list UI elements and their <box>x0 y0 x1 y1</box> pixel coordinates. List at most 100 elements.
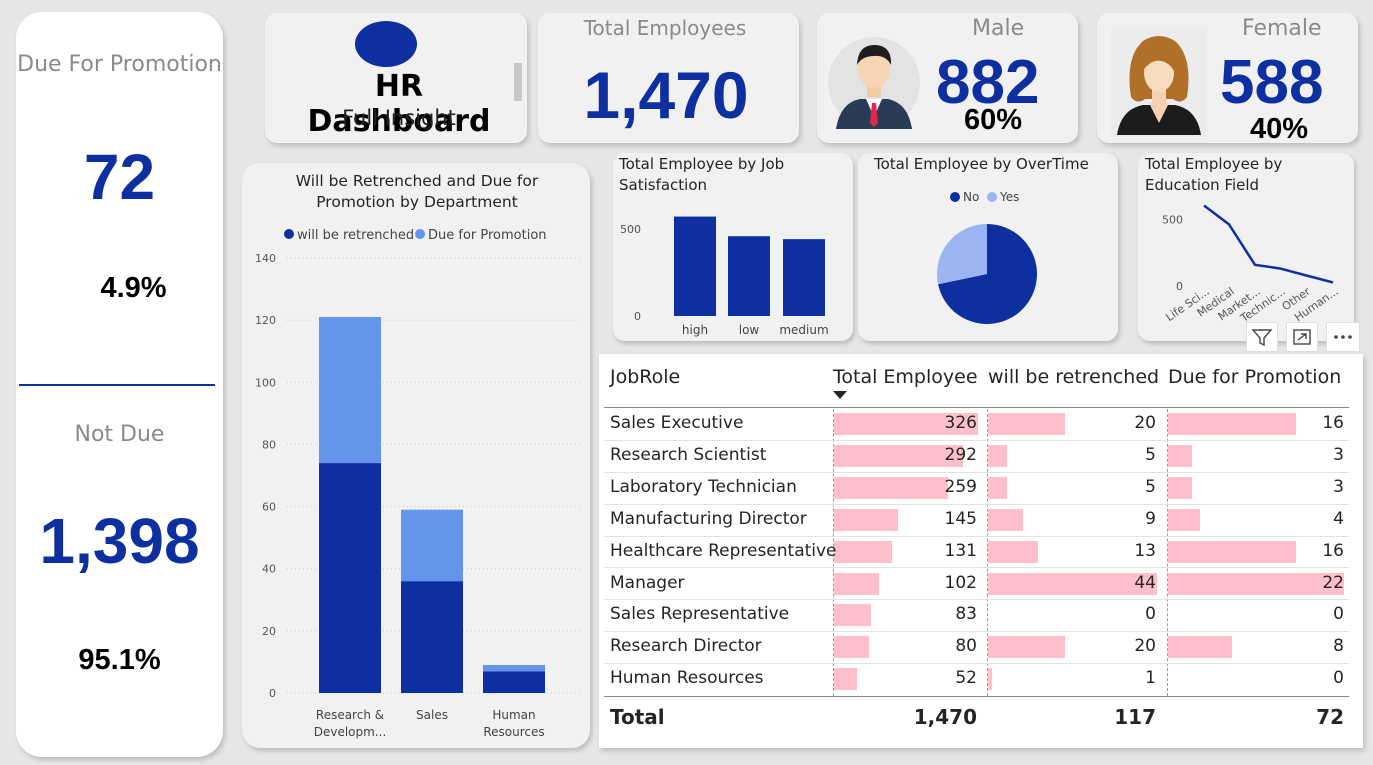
cell-due-for-promotion: 16 <box>1322 413 1344 433</box>
not-due-title: Not Due <box>74 422 165 447</box>
cell-jobrole: Manufacturing Director <box>610 508 807 529</box>
cell-jobrole: Laboratory Technician <box>610 476 797 497</box>
overtime-chart: No Yes <box>937 190 1037 324</box>
education-chart: 0500Life Sci...MedicalMarket...Technic..… <box>1162 204 1341 325</box>
y-tick-label: 120 <box>255 314 276 327</box>
totals-will-be-retrenched: 117 <box>1114 705 1156 729</box>
table-body: Sales Executive 326 20 16 Research Scientist… <box>599 354 1363 748</box>
legend-marker-no <box>950 192 960 202</box>
y-tick-label: 500 <box>620 223 641 236</box>
cell-will-be-retrenched: 0 <box>1145 604 1156 625</box>
x-category-label: Research & Developm... <box>314 708 387 739</box>
cell-due-for-promotion: 3 <box>1333 476 1344 497</box>
job-satisfaction-chart: 0 500 high low medium <box>620 216 829 337</box>
y-tick-label: 40 <box>262 563 276 576</box>
bar-job-satisfaction <box>674 216 716 316</box>
cell-jobrole: Research Director <box>610 636 762 657</box>
y-tick-label: 100 <box>255 376 276 389</box>
due-for-promotion-value: 72 <box>83 141 156 213</box>
y-tick-label: 60 <box>262 501 276 514</box>
cell-total-employee: 52 <box>955 668 977 689</box>
more-options-icon[interactable] <box>1326 322 1360 352</box>
y-tick-label: 20 <box>262 625 276 638</box>
totals-total-employee: 1,470 <box>913 705 977 729</box>
cell-jobrole: Manager <box>610 572 685 593</box>
visual-header <box>1244 320 1364 354</box>
due-for-promotion-title: Due For Promotion <box>17 52 222 77</box>
filter-icon[interactable] <box>1246 322 1278 352</box>
bar-retrenched <box>401 581 463 693</box>
cell-will-be-retrenched: 9 <box>1145 508 1156 529</box>
cell-due-for-promotion: 16 <box>1322 540 1344 561</box>
cell-will-be-retrenched: 20 <box>1134 636 1156 657</box>
logo-ellipse <box>355 21 417 67</box>
legend-marker-yes <box>987 192 997 202</box>
total-employees-value: 1,470 <box>583 58 749 132</box>
cell-total-employee: 292 <box>944 444 977 465</box>
cell-jobrole: Healthcare Representative <box>610 540 837 561</box>
legend-marker-retrenched <box>284 229 294 239</box>
y-tick-label: 80 <box>262 438 276 451</box>
cell-will-be-retrenched: 5 <box>1145 476 1156 497</box>
bar-due-for-promotion <box>401 509 463 582</box>
y-tick-label: 140 <box>255 252 276 265</box>
totals-due-for-promotion: 72 <box>1316 705 1344 729</box>
cell-total-employee: 259 <box>944 476 977 497</box>
cell-will-be-retrenched: 1 <box>1145 668 1156 689</box>
not-due-value: 1,398 <box>39 505 200 577</box>
cell-total-employee: 102 <box>944 572 977 593</box>
y-tick-label: 500 <box>1162 214 1183 227</box>
x-category-label: Human Resources <box>483 708 544 739</box>
job-satisfaction-card[interactable]: Total Employee by Job Satisfaction 0 500 h… <box>613 153 853 341</box>
bar-due-for-promotion <box>319 317 381 464</box>
not-due-pct: 95.1% <box>78 644 161 676</box>
bar-job-satisfaction <box>728 236 770 316</box>
legend-label-yes: Yes <box>999 190 1019 204</box>
male-title: Male <box>972 16 1025 41</box>
total-employees-title: Total Employees <box>583 16 747 40</box>
y-tick-label: 0 <box>269 687 276 700</box>
totals-divider <box>604 696 1349 697</box>
education-line <box>1203 204 1334 284</box>
education-card[interactable]: Total Employee by Education Field 0 500 Li… <box>1138 153 1354 341</box>
cell-total-employee: 145 <box>944 508 977 529</box>
cell-will-be-retrenched: 5 <box>1145 444 1156 465</box>
cell-will-be-retrenched: 44 <box>1134 572 1156 593</box>
department-chart-card[interactable]: Will be Retrenched and Due for Promotion… <box>242 163 590 748</box>
x-category-label: medium <box>779 323 828 337</box>
cell-due-for-promotion: 3 <box>1333 444 1344 465</box>
cell-total-employee: 326 <box>944 413 977 433</box>
y-tick-label: 0 <box>1176 280 1183 293</box>
legend-label-no: No <box>963 190 979 204</box>
cell-jobrole: Sales Representative <box>610 604 790 625</box>
total-employees-card: Total Employees 1,470 <box>538 13 799 143</box>
divider <box>19 384 215 386</box>
cell-total-employee: 83 <box>955 604 977 625</box>
focus-mode-icon[interactable] <box>1286 322 1318 352</box>
bar-job-satisfaction <box>783 239 825 316</box>
due-for-promotion-pct: 4.9% <box>100 272 167 304</box>
cell-due-for-promotion: 4 <box>1333 508 1344 529</box>
legend-label-retrenched: will be retrenched <box>297 228 414 243</box>
female-pct: 40% <box>1250 113 1309 145</box>
cell-due-for-promotion: 0 <box>1333 604 1344 625</box>
female-value: 588 <box>1220 48 1324 117</box>
cell-jobrole: Human Resources <box>610 668 764 689</box>
x-category-label: low <box>739 323 760 337</box>
x-category-label: Sales <box>416 708 448 722</box>
cell-due-for-promotion: 8 <box>1333 636 1344 657</box>
header-card: HR Dashboard Full Insight <box>265 13 527 143</box>
cell-will-be-retrenched: 13 <box>1134 540 1156 561</box>
legend-label-promotion: Due for Promotion <box>428 228 547 243</box>
department-chart: will be retrenched Due for Promotion 0 20 40… <box>255 228 582 739</box>
female-card: Female 588 40% <box>1097 13 1358 145</box>
cell-jobrole: Sales Executive <box>610 413 744 433</box>
overtime-card[interactable]: Total Employee by OverTime No Yes <box>858 153 1118 341</box>
female-title: Female <box>1242 16 1322 41</box>
jobrole-table[interactable]: JobRole Total Employee will be retrenche… <box>599 354 1363 748</box>
cell-total-employee: 131 <box>944 540 977 561</box>
cell-will-be-retrenched: 20 <box>1134 413 1156 433</box>
dashboard-subtitle: Full Insight <box>342 106 456 130</box>
bar-retrenched <box>319 463 381 693</box>
bar-retrenched <box>483 671 545 693</box>
